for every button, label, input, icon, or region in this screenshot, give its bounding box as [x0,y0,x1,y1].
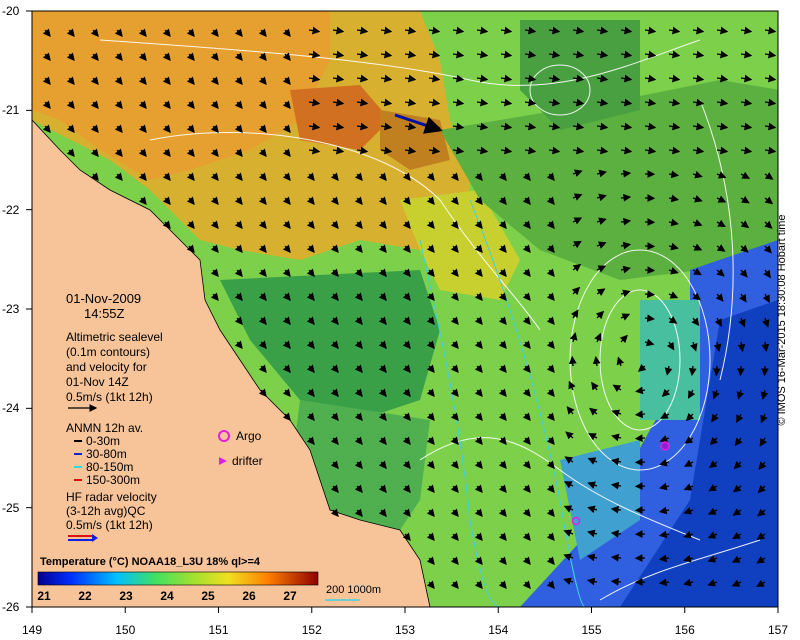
hf-line: (3-12h avg)QC [66,504,146,518]
argo-label: Argo [236,429,262,443]
velocity-arrow [634,410,646,419]
colorbar-tick-label: 21 [37,589,51,603]
colorbar-title: Temperature (°C) NOAA18_L3U 18% ql>=4 [40,556,260,568]
latitude-tick-label: -24 [2,401,20,416]
colorbar-tick-label: 23 [119,589,133,603]
latitude-tick-label: -23 [2,302,20,316]
latitude-tick-label: -22 [2,202,20,217]
hf-line: 0.5m/s (1kt 12h) [66,518,153,532]
colorbar-tick-label: 24 [160,589,174,603]
altimetry-line: (0.1m contours) [66,345,151,359]
colorbar [37,571,319,586]
velocity-arrow [568,355,577,367]
velocity-arrow [620,169,632,178]
longitude-tick-label: 153 [394,623,416,637]
altimetry-line: 0.5m/s (1kt 12h) [66,390,153,404]
longitude-tick-label: 151 [208,623,229,637]
colorbar-tick-label: 27 [283,589,297,603]
hf-line: HF radar velocity [66,490,157,504]
longitude-tick-label: 149 [21,623,43,637]
colorbar-tick-label: 22 [78,589,92,603]
depth-legend: 200 1000m [326,584,382,596]
longitude-tick-label: 154 [488,623,509,637]
map-date: 01-Nov-2009 [66,291,142,306]
altimetry-line: 01-Nov 14Z [66,375,129,389]
velocity-arrow [644,266,656,275]
latitude-tick-label: -21 [2,103,20,118]
longitude-tick-label: 150 [115,623,136,637]
longitude-tick-label: 152 [301,623,322,637]
drifter-label: drifter [232,454,263,468]
anmn-item: 150-300m [86,473,141,487]
velocity-arrow [634,434,646,443]
velocity-arrow [736,365,745,377]
colorbar-tick-label: 25 [201,589,215,603]
longitude-tick-label: 155 [581,623,602,637]
velocity-arrow [610,577,622,586]
map-time: 14:55Z [84,306,125,321]
longitude-tick-label: 156 [674,623,695,637]
velocity-arrow [644,290,656,299]
latitude-tick-label: -25 [2,500,20,515]
longitude-tick-label: 157 [767,623,789,637]
velocity-arrow [610,553,622,562]
velocity-arrow [712,365,721,377]
argo-marker [660,441,670,451]
latitude-tick-label: -26 [2,600,20,614]
latitude-tick-label: -20 [2,4,20,18]
credit-text: © IMOS 16-Mar-2015 18:30:08 Hobart time [776,214,788,426]
altimetry-line: and velocity for [66,360,147,374]
altimetry-line: Altimetric sealevel [66,330,163,344]
colorbar-tick-label: 26 [242,589,256,603]
